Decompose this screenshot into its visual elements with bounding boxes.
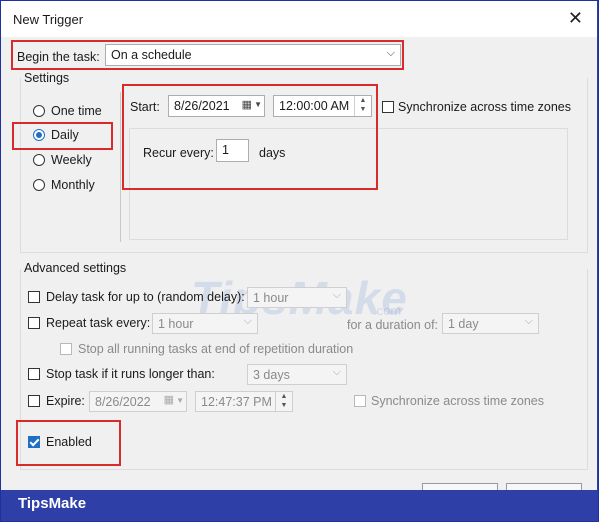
- radio-weekly-label: Weekly: [51, 153, 92, 167]
- dialog-body: Begin the task: On a schedule ⌵ Settings…: [1, 37, 597, 490]
- highlight-box: [16, 420, 121, 466]
- chevron-down-icon: ▼: [176, 396, 184, 405]
- stop-running-label: Stop all running tasks at end of repetit…: [78, 342, 354, 356]
- expire-date-picker[interactable]: 8/26/2022 ▦ ▼: [89, 391, 187, 412]
- sync-timezones-label: Synchronize across time zones: [398, 100, 571, 114]
- expire-checkbox[interactable]: [28, 395, 40, 407]
- repeat-checkbox[interactable]: [28, 317, 40, 329]
- radio-monthly-label: Monthly: [51, 178, 95, 192]
- stop-longer-select[interactable]: 3 days ⌵: [247, 364, 347, 385]
- radio-one-time-label: One time: [51, 104, 102, 118]
- highlight-box: [11, 40, 404, 70]
- close-icon[interactable]: ✕: [568, 8, 583, 29]
- expire-time-picker[interactable]: 12:47:37 PM ▲ ▼: [195, 391, 293, 412]
- expire-label: Expire:: [46, 394, 85, 408]
- stop-running-checkbox[interactable]: [60, 343, 72, 355]
- footer-brand: TipsMake: [18, 495, 87, 512]
- chevron-down-icon: ⌵: [332, 366, 341, 378]
- chevron-down-icon: ⌵: [243, 315, 252, 327]
- settings-divider: [120, 92, 121, 242]
- repeat-value: 1 hour: [158, 317, 194, 331]
- radio-monthly[interactable]: [33, 179, 45, 191]
- chevron-down-icon: ⌵: [524, 315, 533, 327]
- highlight-box: [122, 84, 378, 190]
- repeat-label: Repeat task every:: [46, 316, 151, 330]
- stop-longer-label: Stop task if it runs longer than:: [46, 367, 215, 381]
- delay-label: Delay task for up to (random delay):: [46, 290, 245, 304]
- sync-timezones-checkbox[interactable]: [382, 101, 394, 113]
- expire-time-value: 12:47:37 PM: [201, 395, 272, 409]
- delay-value: 1 hour: [253, 291, 289, 305]
- footer-bar: [1, 490, 597, 520]
- stop-longer-checkbox[interactable]: [28, 368, 40, 380]
- radio-weekly[interactable]: [33, 154, 45, 166]
- delay-select[interactable]: 1 hour ⌵: [247, 287, 347, 308]
- chevron-down-icon: ⌵: [332, 289, 341, 301]
- expire-sync-label: Synchronize across time zones: [371, 394, 544, 408]
- calendar-icon[interactable]: ▦: [164, 393, 174, 406]
- delay-checkbox[interactable]: [28, 291, 40, 303]
- radio-one-time[interactable]: [33, 105, 45, 117]
- repeat-select[interactable]: 1 hour ⌵: [152, 313, 258, 334]
- expire-date-value: 8/26/2022: [95, 395, 151, 409]
- duration-select[interactable]: 1 day ⌵: [442, 313, 539, 334]
- stop-longer-value: 3 days: [253, 368, 290, 382]
- time-spinner-icon[interactable]: ▲ ▼: [275, 392, 292, 411]
- duration-value: 1 day: [448, 317, 479, 331]
- expire-sync-checkbox[interactable]: [354, 395, 366, 407]
- title-bar: New Trigger ✕: [1, 1, 597, 37]
- highlight-box: [12, 122, 113, 150]
- window-title: New Trigger: [13, 12, 84, 27]
- duration-label: for a duration of:: [347, 318, 439, 332]
